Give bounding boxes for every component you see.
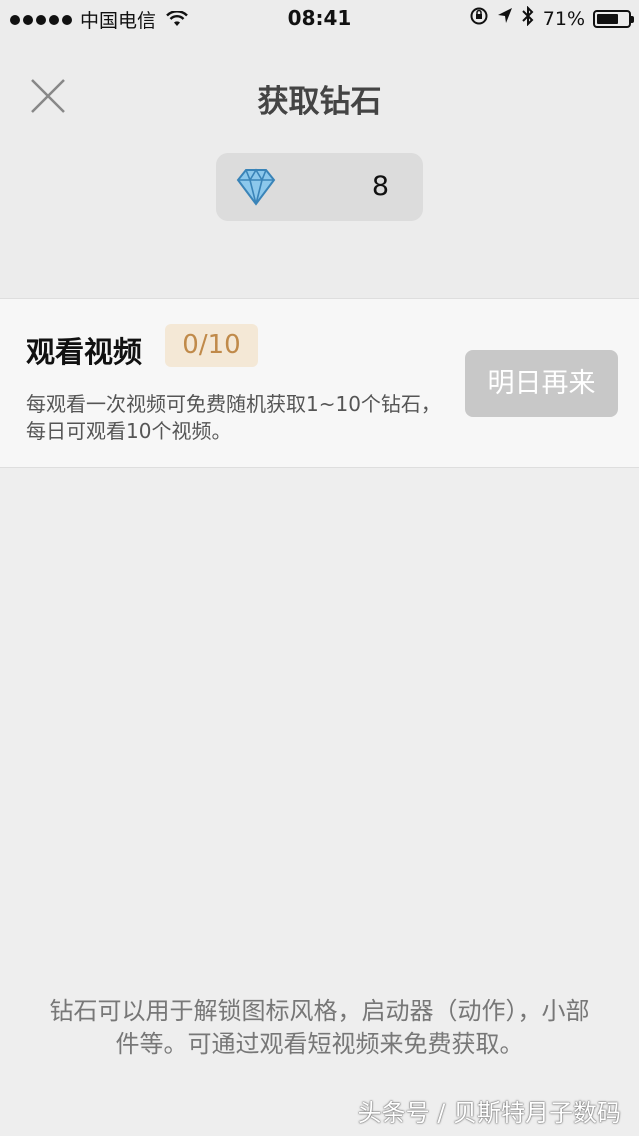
footer-note: 钻石可以用于解锁图标风格，启动器（动作），小部件等。可通过观看短视频来免费获取。 bbox=[49, 997, 590, 1058]
task-description: 每观看一次视频可免费随机获取1~10个钻石，每日可观看10个视频。 bbox=[26, 392, 441, 443]
battery-fill bbox=[597, 13, 619, 24]
rotation-lock-icon bbox=[469, 6, 489, 31]
page-title: 获取钻石 bbox=[257, 84, 382, 120]
header: 获取钻石 8 bbox=[0, 36, 639, 298]
watch-video-task: 观看视频 0/10 每观看一次视频可免费随机获取1~10个钻石，每日可观看10个… bbox=[0, 298, 639, 468]
task-title: 观看视频 bbox=[26, 335, 143, 369]
status-bar: 中国电信 08:41 71% bbox=[0, 0, 639, 36]
diamond-count: 8 bbox=[371, 171, 389, 202]
battery-percent: 71% bbox=[542, 7, 585, 30]
come-back-tomorrow-button[interactable]: 明日再来 bbox=[465, 350, 618, 417]
watermark: 头条号 / 贝斯特月子数码 bbox=[357, 1099, 621, 1127]
diamond-icon bbox=[236, 168, 276, 206]
battery-icon bbox=[593, 9, 634, 28]
diamond-balance: 8 bbox=[216, 153, 423, 221]
bluetooth-icon bbox=[521, 5, 535, 31]
location-icon bbox=[497, 7, 513, 30]
status-right: 71% bbox=[469, 5, 634, 31]
task-progress-badge: 0/10 bbox=[165, 324, 258, 367]
